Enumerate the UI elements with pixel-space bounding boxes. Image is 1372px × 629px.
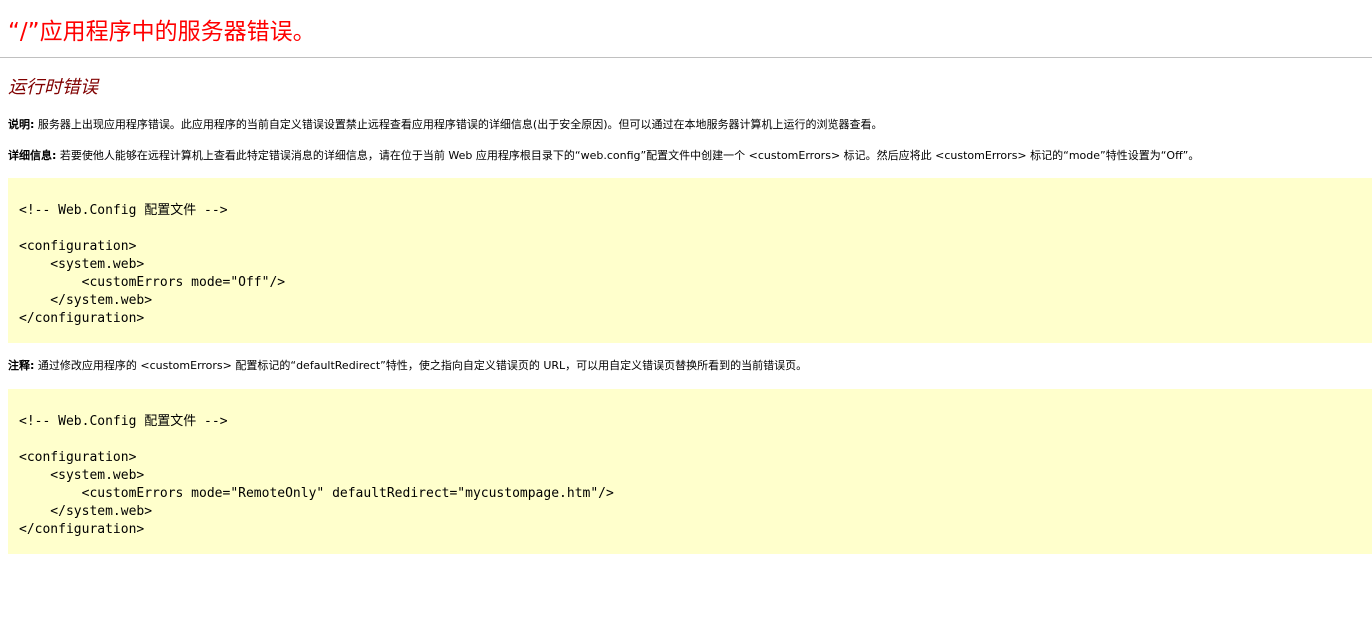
details-text: 若要使他人能够在远程计算机上查看此特定错误消息的详细信息，请在位于当前 Web … [56, 149, 1200, 162]
note-label: 注释: [8, 359, 35, 372]
description-paragraph: 说明: 服务器上出现应用程序错误。此应用程序的当前自定义错误设置禁止远程查看应用… [8, 117, 882, 133]
page-subtitle: 运行时错误 [8, 77, 98, 98]
details-paragraph: 详细信息: 若要使他人能够在远程计算机上查看此特定错误消息的详细信息，请在位于当… [8, 148, 1199, 164]
code-sample-box-2: <!-- Web.Config 配置文件 --> <configuration>… [8, 389, 1372, 554]
code-sample-1: <!-- Web.Config 配置文件 --> <configuration>… [19, 203, 286, 326]
code-sample-2: <!-- Web.Config 配置文件 --> <configuration>… [19, 414, 614, 537]
note-text: 通过修改应用程序的 <customErrors> 配置标记的“defaultRe… [34, 359, 808, 372]
page-title: “/”应用程序中的服务器错误。 [8, 19, 316, 45]
code-sample-box-1: <!-- Web.Config 配置文件 --> <configuration>… [8, 178, 1372, 343]
description-text: 服务器上出现应用程序错误。此应用程序的当前自定义错误设置禁止远程查看应用程序错误… [34, 118, 883, 131]
details-label: 详细信息: [8, 149, 57, 162]
description-label: 说明: [8, 118, 35, 131]
divider [0, 57, 1372, 58]
note-paragraph: 注释: 通过修改应用程序的 <customErrors> 配置标记的“defau… [8, 358, 807, 374]
